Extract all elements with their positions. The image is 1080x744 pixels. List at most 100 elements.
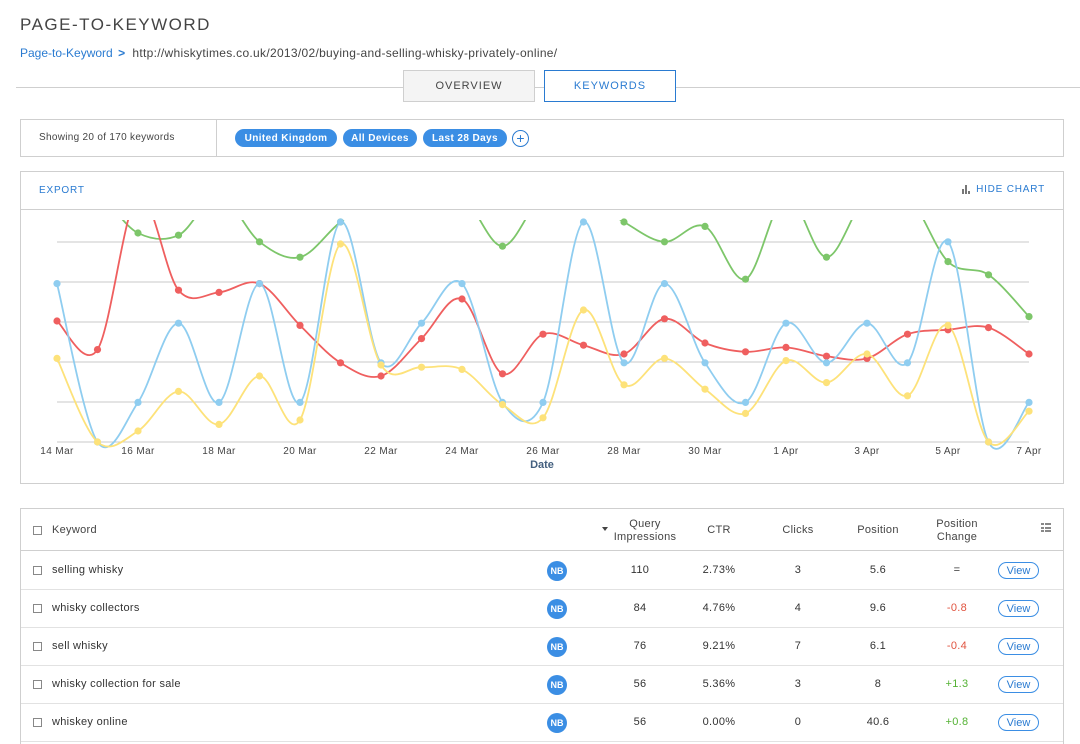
view-button[interactable]: View <box>998 714 1039 731</box>
series-3-point[interactable] <box>984 438 993 446</box>
series-2-point[interactable] <box>620 359 628 367</box>
series-0-point[interactable] <box>620 218 628 226</box>
filter-pill-devices[interactable]: All Devices <box>343 129 417 147</box>
series-2-point[interactable] <box>174 319 183 327</box>
series-3-point[interactable] <box>944 321 952 329</box>
breadcrumb-link[interactable]: Page-to-Keyword <box>20 46 113 60</box>
series-3-point[interactable] <box>1025 407 1033 415</box>
series-1-point[interactable] <box>1025 350 1033 358</box>
series-1-point[interactable] <box>215 288 223 296</box>
row-checkbox[interactable] <box>33 718 42 727</box>
series-1-point[interactable] <box>903 330 912 338</box>
series-0-point[interactable] <box>944 258 952 266</box>
series-1-point[interactable] <box>539 330 547 338</box>
series-0-point[interactable] <box>1025 313 1033 321</box>
series-1-point[interactable] <box>417 335 426 343</box>
series-1-point[interactable] <box>782 343 790 351</box>
series-3-point[interactable] <box>134 427 142 435</box>
series-1-point[interactable] <box>174 286 183 294</box>
series-3-point[interactable] <box>255 372 264 380</box>
series-3-point[interactable] <box>53 354 61 362</box>
filter-pill-date-range[interactable]: Last 28 Days <box>423 129 507 147</box>
header-ctr[interactable]: CTR <box>679 524 759 537</box>
series-1-point[interactable] <box>660 315 669 323</box>
view-button[interactable]: View <box>998 562 1039 579</box>
series-1-point[interactable] <box>498 370 507 378</box>
series-0-point[interactable] <box>660 238 669 246</box>
series-2-point[interactable] <box>863 319 871 327</box>
series-2-point[interactable] <box>215 398 223 406</box>
series-3-point[interactable] <box>782 357 790 365</box>
series-0-point[interactable] <box>741 275 750 283</box>
series-0-point[interactable] <box>822 253 831 261</box>
series-2-point[interactable] <box>255 280 264 288</box>
series-0-point[interactable] <box>984 271 993 279</box>
series-1-point[interactable] <box>296 321 304 329</box>
series-2-point[interactable] <box>1025 398 1033 406</box>
series-3-point[interactable] <box>215 420 223 428</box>
series-2-point[interactable] <box>903 359 912 367</box>
header-impressions[interactable]: Query Impressions <box>607 518 683 544</box>
header-position-change[interactable]: Position Change <box>917 518 997 544</box>
series-3-point[interactable] <box>620 381 628 389</box>
series-2-point[interactable] <box>539 398 547 406</box>
series-3-point[interactable] <box>741 409 750 417</box>
series-3-point[interactable] <box>863 350 871 358</box>
row-checkbox[interactable] <box>33 566 42 575</box>
view-button[interactable]: View <box>998 638 1039 655</box>
series-1-point[interactable] <box>579 341 588 349</box>
column-settings-icon[interactable] <box>1041 523 1051 533</box>
filter-pill-country[interactable]: United Kingdom <box>235 129 337 147</box>
series-2-point[interactable] <box>782 319 790 327</box>
series-1-point[interactable] <box>822 352 831 360</box>
series-3-point[interactable] <box>377 361 385 369</box>
series-2-point[interactable] <box>417 319 426 327</box>
series-1-point[interactable] <box>741 348 750 356</box>
series-2-point[interactable] <box>579 218 588 226</box>
add-filter-icon[interactable]: + <box>512 130 529 147</box>
series-0-point[interactable] <box>498 242 507 250</box>
series-1-point[interactable] <box>458 295 466 303</box>
header-position[interactable]: Position <box>838 524 918 537</box>
series-3-point[interactable] <box>296 416 304 424</box>
series-2-point[interactable] <box>296 398 304 406</box>
series-1-point[interactable] <box>984 324 993 332</box>
series-2-point[interactable] <box>336 218 345 226</box>
series-1-point[interactable] <box>93 346 102 354</box>
hide-chart-button[interactable]: HIDE CHART <box>962 184 1045 195</box>
row-checkbox[interactable] <box>33 680 42 689</box>
series-2-point[interactable] <box>741 398 750 406</box>
series-3-point[interactable] <box>701 385 709 393</box>
series-0-point[interactable] <box>134 229 142 237</box>
series-2-point[interactable] <box>458 280 466 288</box>
series-3-point[interactable] <box>336 240 345 248</box>
series-0-point[interactable] <box>255 238 264 246</box>
series-1-point[interactable] <box>53 317 61 325</box>
series-3-point[interactable] <box>458 365 466 373</box>
series-0-point[interactable] <box>701 222 709 230</box>
series-0-point[interactable] <box>174 231 183 239</box>
series-3-point[interactable] <box>660 354 669 362</box>
series-2-point[interactable] <box>134 398 142 406</box>
tab-keywords[interactable]: KEYWORDS <box>544 70 676 102</box>
export-button[interactable]: EXPORT <box>39 185 85 196</box>
series-0-point[interactable] <box>296 253 304 261</box>
view-button[interactable]: View <box>998 676 1039 693</box>
series-3-point[interactable] <box>417 363 426 371</box>
series-2-point[interactable] <box>53 280 61 288</box>
series-1-point[interactable] <box>336 359 345 367</box>
series-2-point[interactable] <box>944 238 952 246</box>
series-2-point[interactable] <box>660 280 669 288</box>
row-checkbox[interactable] <box>33 642 42 651</box>
series-3-point[interactable] <box>579 306 588 314</box>
tab-overview[interactable]: OVERVIEW <box>403 70 535 102</box>
view-button[interactable]: View <box>998 600 1039 617</box>
series-1-point[interactable] <box>377 372 385 380</box>
header-clicks[interactable]: Clicks <box>758 524 838 537</box>
series-3-point[interactable] <box>539 414 547 422</box>
series-3-point[interactable] <box>822 379 831 387</box>
series-2-point[interactable] <box>701 359 709 367</box>
series-3-point[interactable] <box>498 401 507 409</box>
series-3-point[interactable] <box>174 387 183 395</box>
header-keyword[interactable]: Keyword <box>52 524 97 537</box>
